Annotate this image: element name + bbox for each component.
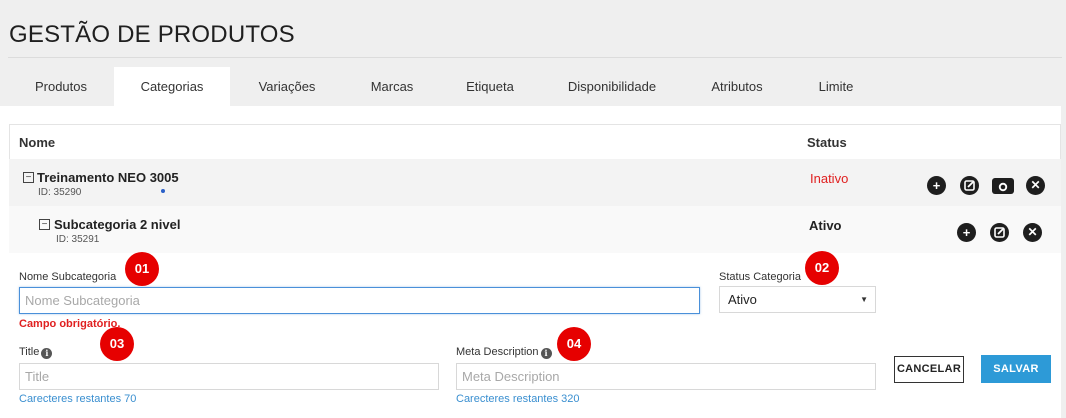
meta-description-char-count: Carecteres restantes 320 xyxy=(456,393,580,405)
title-char-count: Carecteres restantes 70 xyxy=(19,393,137,405)
tab-etiqueta[interactable]: Etiqueta xyxy=(440,67,540,106)
camera-icon xyxy=(998,176,1008,192)
delete-button[interactable]: ✕ xyxy=(1026,176,1045,195)
subcategory-status: Ativo xyxy=(809,218,842,233)
annotation-badge: 01 xyxy=(125,252,159,286)
title-label: Title i xyxy=(19,346,53,359)
annotation-badge: 02 xyxy=(805,251,839,285)
edit-icon xyxy=(964,180,975,191)
table-row: − Treinamento NEO 3005 ID: 35290 Inativo… xyxy=(9,159,1061,206)
panel-right-edge xyxy=(1061,106,1066,418)
status-selected-value: Ativo xyxy=(728,292,757,307)
category-name: Treinamento NEO 3005 xyxy=(37,170,179,185)
indicator-dot xyxy=(161,189,165,193)
meta-description-label: Meta Description i xyxy=(456,346,552,359)
add-subcategory-button[interactable]: + xyxy=(927,176,946,195)
edit-button[interactable] xyxy=(990,223,1009,242)
tab-atributos[interactable]: Atributos xyxy=(684,67,790,106)
camera-button[interactable] xyxy=(992,176,1014,194)
tab-limite[interactable]: Limite xyxy=(790,67,882,106)
info-icon[interactable]: i xyxy=(540,348,552,359)
add-subcategory-button[interactable]: + xyxy=(957,223,976,242)
annotation-badge: 04 xyxy=(557,327,591,361)
table-row: − Subcategoria 2 nivel ID: 35291 Ativo +… xyxy=(9,206,1061,253)
annotation-badge: 03 xyxy=(100,327,134,361)
collapse-icon[interactable]: − xyxy=(23,172,34,183)
header-name: Nome xyxy=(19,135,56,150)
tab-produtos[interactable]: Produtos xyxy=(8,67,114,106)
tab-bar: Produtos Categorias Variações Marcas Eti… xyxy=(8,67,882,106)
tab-marcas[interactable]: Marcas xyxy=(344,67,440,106)
delete-button[interactable]: ✕ xyxy=(1023,223,1042,242)
status-category-select[interactable]: Ativo ▼ xyxy=(719,286,876,313)
table-header: Nome Status xyxy=(9,124,1061,159)
tab-categorias[interactable]: Categorias xyxy=(114,67,230,106)
meta-description-label-text: Meta Description xyxy=(456,346,539,358)
collapse-icon[interactable]: − xyxy=(39,219,50,230)
meta-description-input[interactable] xyxy=(456,363,876,390)
title-divider xyxy=(8,57,1062,58)
subcategory-id: ID: 35291 xyxy=(56,234,100,245)
title-input[interactable] xyxy=(19,363,439,390)
header-status: Status xyxy=(807,135,847,150)
tab-variacoes[interactable]: Variações xyxy=(230,67,344,106)
cancel-button[interactable]: CANCELAR xyxy=(894,356,964,383)
title-label-text: Title xyxy=(19,346,40,358)
subcategory-name-input[interactable] xyxy=(19,287,700,314)
tab-disponibilidade[interactable]: Disponibilidade xyxy=(540,67,684,106)
category-table: Nome Status − Treinamento NEO 3005 ID: 3… xyxy=(9,124,1061,253)
page-title: GESTÃO DE PRODUTOS xyxy=(9,21,295,48)
status-category-label: Status Categoria xyxy=(719,271,801,283)
save-button[interactable]: SALVAR xyxy=(981,355,1051,383)
edit-button[interactable] xyxy=(960,176,979,195)
edit-icon xyxy=(994,227,1005,238)
category-status: Inativo xyxy=(810,171,849,186)
chevron-down-icon: ▼ xyxy=(860,295,868,304)
info-icon[interactable]: i xyxy=(41,348,53,359)
subcategory-name-label: Nome Subcategoria xyxy=(19,271,117,283)
required-error: Campo obrigatório. xyxy=(19,318,121,330)
category-id: ID: 35290 xyxy=(38,187,82,198)
subcategory-name: Subcategoria 2 nivel xyxy=(54,217,181,232)
